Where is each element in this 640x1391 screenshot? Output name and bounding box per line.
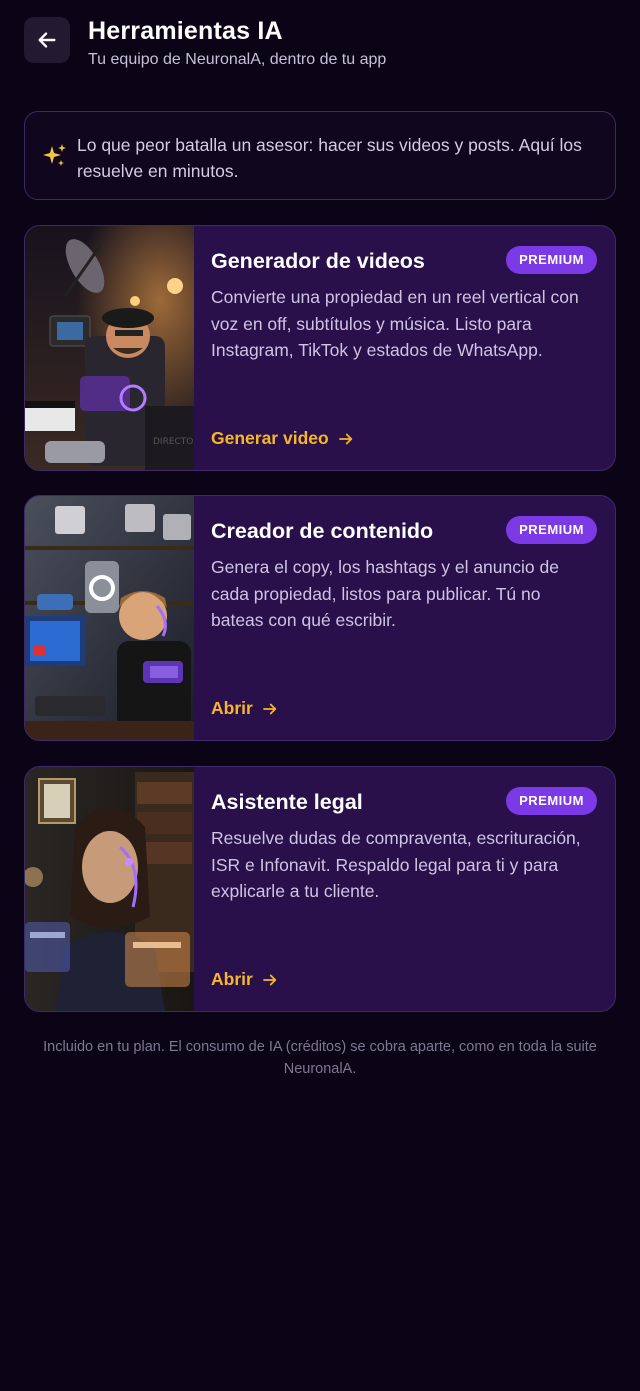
card-body: Generador de videos PREMIUM Convierte un… [211,226,597,470]
tool-card-legal-assistant[interactable]: Asistente legal PREMIUM Resuelve dudas d… [24,766,616,1012]
svg-text:DIRECTO: DIRECTO [153,437,193,447]
arrow-right-icon [262,974,276,985]
card-title: Creador de contenido [211,519,434,543]
card-description: Convierte una propiedad en un reel verti… [211,287,579,360]
open-content-creator-link[interactable]: Abrir [211,698,279,719]
legal-assistant-robot-illustration [25,767,194,1011]
generate-video-link[interactable]: Generar video [211,428,355,449]
action-label: Generar video [211,428,329,448]
card-body: Creador de contenido PREMIUM Genera el c… [211,496,597,740]
tool-card-content-creator[interactable]: Creador de contenido PREMIUM Genera el c… [24,495,616,741]
premium-badge: PREMIUM [506,787,597,815]
video-director-robot-illustration: DIRECTO [25,226,194,470]
tool-card-video-generator[interactable]: DIRECTO Generador de videos PREMIUM Conv… [24,225,616,471]
sparkles-icon [43,144,66,166]
open-legal-assistant-link[interactable]: Abrir [211,969,279,990]
card-title: Asistente legal [211,790,363,814]
arrow-left-icon [38,32,56,48]
arrow-right-icon [262,703,276,714]
header-title-group: Herramientas IA Tu equipo de NeuronalA, … [88,17,386,69]
action-label: Abrir [211,698,253,718]
back-button[interactable] [24,17,70,63]
arrow-right-icon [338,433,352,444]
banner-text: Lo que peor batalla un asesor: hacer sus… [77,135,582,181]
page-subtitle: Tu equipo de NeuronalA, dentro de tu app [88,51,387,68]
info-banner: Lo que peor batalla un asesor: hacer sus… [24,111,616,200]
card-title: Generador de videos [211,249,425,273]
content-creator-robot-illustration [25,496,194,740]
premium-badge: PREMIUM [506,246,597,274]
premium-badge: PREMIUM [506,516,597,544]
page-title: Herramientas IA [88,17,283,45]
card-description: Resuelve dudas de compraventa, escritura… [211,828,581,901]
card-body: Asistente legal PREMIUM Resuelve dudas d… [211,767,597,1011]
footer-note: Incluido en tu plan. El consumo de IA (c… [43,1039,597,1077]
action-label: Abrir [211,969,253,989]
card-description: Genera el copy, los hashtags y el anunci… [211,557,559,630]
app-header: Herramientas IA Tu equipo de NeuronalA, … [24,17,616,69]
